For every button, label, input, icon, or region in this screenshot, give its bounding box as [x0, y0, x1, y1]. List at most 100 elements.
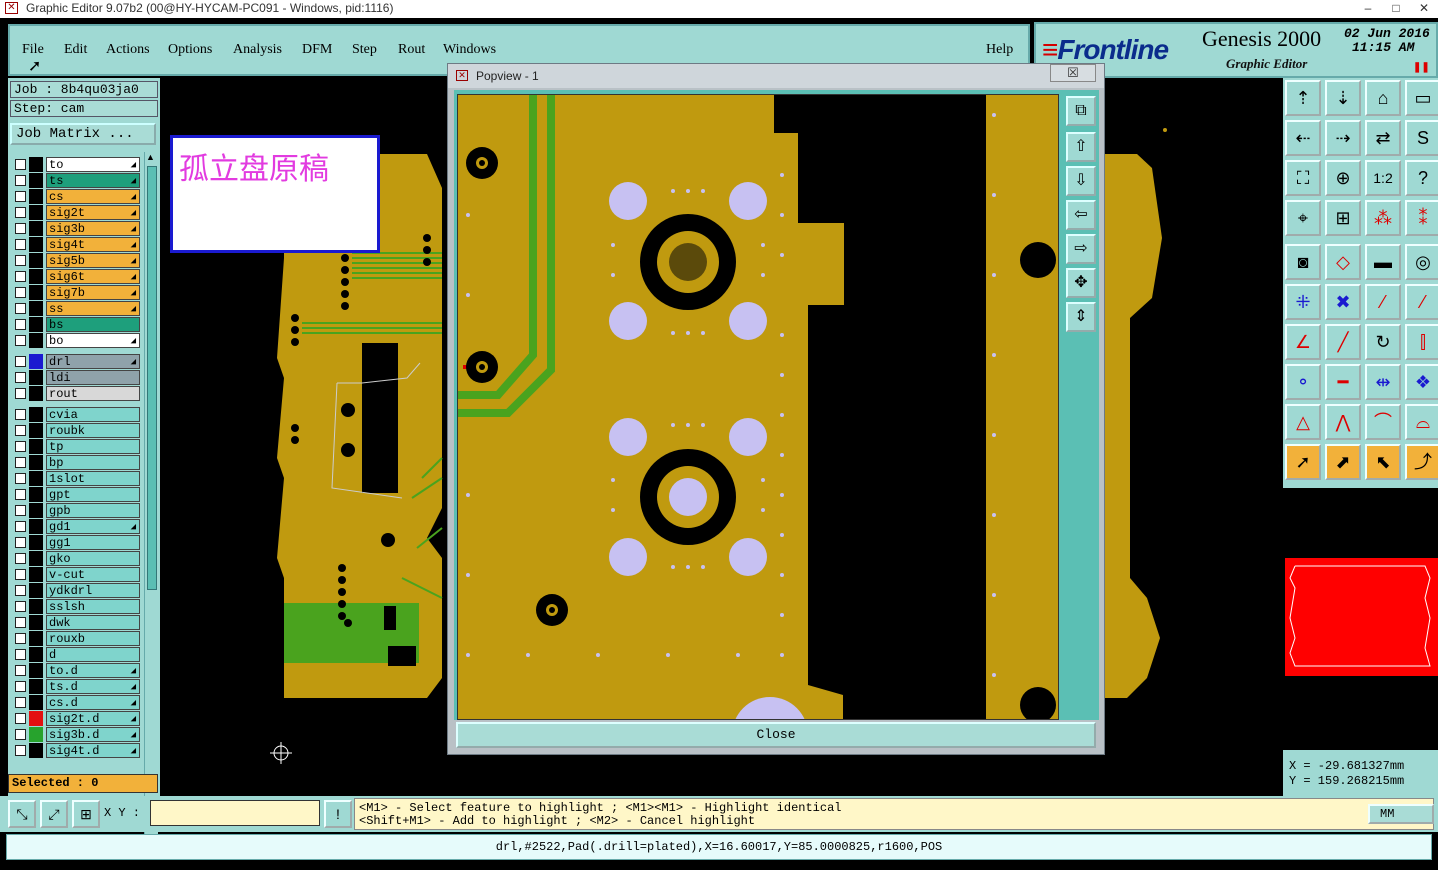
select-box-icon[interactable]: ⬈ [1325, 444, 1361, 480]
layer-color-swatch[interactable] [29, 189, 43, 204]
zoom-in-icon[interactable]: ⤡ [8, 800, 36, 828]
layer-row[interactable]: 1slot [12, 471, 142, 486]
layer-row[interactable]: dwk [12, 615, 142, 630]
layer-checkbox[interactable] [15, 175, 26, 186]
scroll-up-icon[interactable]: ▲ [146, 152, 155, 162]
layer-checkbox[interactable] [15, 388, 26, 399]
layer-row[interactable]: gko [12, 551, 142, 566]
layer-name[interactable]: v-cut [46, 567, 140, 582]
move-down-icon[interactable]: ⇣ [1325, 80, 1361, 116]
cross-icon[interactable]: ✖ [1325, 284, 1361, 320]
layer-context-arrow-icon[interactable]: ◢ [131, 174, 136, 188]
peak-icon[interactable]: ⋀ [1325, 404, 1361, 440]
layer-name[interactable]: cs ◢ [46, 189, 140, 204]
menu-dfm[interactable]: DFM [302, 42, 332, 58]
grid-icon[interactable]: ⊞ [1325, 200, 1361, 236]
layer-color-swatch[interactable] [29, 471, 43, 486]
node-icon[interactable]: ⚬ [1285, 364, 1321, 400]
layer-name[interactable]: d [46, 647, 140, 662]
layer-context-arrow-icon[interactable]: ◢ [131, 680, 136, 694]
layer-color-swatch[interactable] [29, 583, 43, 598]
layer-row[interactable]: sig6t ◢ [12, 269, 142, 284]
layer-color-swatch[interactable] [29, 301, 43, 316]
layer-color-swatch[interactable] [29, 615, 43, 630]
ruler-icon[interactable]: ▬ [1365, 244, 1401, 280]
window-icon[interactable]: ▭ [1405, 80, 1438, 116]
segment-icon[interactable]: ━ [1325, 364, 1361, 400]
layer-checkbox[interactable] [15, 191, 26, 202]
layer-name[interactable]: sig4t ◢ [46, 237, 140, 252]
layer-row[interactable]: sig3b ◢ [12, 221, 142, 236]
layer-checkbox[interactable] [15, 159, 26, 170]
layer-context-arrow-icon[interactable]: ◢ [131, 254, 136, 268]
move-left-icon[interactable]: ⇠ [1285, 120, 1321, 156]
layer-checkbox[interactable] [15, 601, 26, 612]
pan-left-icon[interactable]: ⇦ [1066, 200, 1096, 230]
layer-row[interactable]: tp [12, 439, 142, 454]
layer-row[interactable]: gd1 ◢ [12, 519, 142, 534]
triangle-icon[interactable]: △ [1285, 404, 1321, 440]
board-overview-map[interactable] [1285, 558, 1438, 676]
layer-context-arrow-icon[interactable]: ◢ [131, 158, 136, 172]
layer-row[interactable]: gpt [12, 487, 142, 502]
layer-color-swatch[interactable] [29, 221, 43, 236]
layer-name[interactable]: ldi [46, 370, 140, 385]
units-select[interactable]: MM [1368, 804, 1434, 824]
slash-icon[interactable]: ╱ [1325, 324, 1361, 360]
layer-name[interactable]: bp [46, 455, 140, 470]
layer-color-swatch[interactable] [29, 439, 43, 454]
arch-alt-icon[interactable]: ⌓ [1405, 404, 1438, 440]
add-surface-icon[interactable]: ◇ [1325, 244, 1361, 280]
layer-row[interactable]: drl ◢ [12, 354, 142, 369]
pan-down-icon[interactable]: ⇩ [1066, 166, 1096, 196]
line-alt-icon[interactable]: ⁄ [1405, 284, 1438, 320]
alert-icon[interactable]: ! [324, 800, 352, 828]
layer-name[interactable]: sig3b.d ◢ [46, 727, 140, 742]
zoom-center-icon[interactable]: ⊕ [1325, 160, 1361, 196]
layer-checkbox[interactable] [15, 457, 26, 468]
layer-name[interactable]: rouxb [46, 631, 140, 646]
layer-color-swatch[interactable] [29, 455, 43, 470]
layer-name[interactable]: ss ◢ [46, 301, 140, 316]
layer-checkbox[interactable] [15, 489, 26, 500]
home-icon[interactable]: ⌂ [1365, 80, 1401, 116]
layer-context-arrow-icon[interactable]: ◢ [131, 238, 136, 252]
layer-checkbox[interactable] [15, 505, 26, 516]
menu-windows[interactable]: Windows [443, 42, 496, 58]
layer-name[interactable]: sig6t ◢ [46, 269, 140, 284]
layer-color-swatch[interactable] [29, 237, 43, 252]
layer-name[interactable]: sig5b ◢ [46, 253, 140, 268]
layer-checkbox[interactable] [15, 409, 26, 420]
layer-checkbox[interactable] [15, 713, 26, 724]
layer-context-arrow-icon[interactable]: ◢ [131, 664, 136, 678]
layer-name[interactable]: rout [46, 386, 140, 401]
arch-icon[interactable]: ⌒ [1365, 404, 1401, 440]
pause-icon[interactable]: ❚❚ [1413, 62, 1430, 73]
layer-row[interactable]: sig2t.d ◢ [12, 711, 142, 726]
layer-color-swatch[interactable] [29, 679, 43, 694]
menu-step[interactable]: Step [352, 42, 377, 58]
layer-name[interactable]: gg1 [46, 535, 140, 550]
snap-alt-icon[interactable]: ⁑ [1405, 200, 1438, 236]
layer-row[interactable]: bp [12, 455, 142, 470]
layer-name[interactable]: to ◢ [46, 157, 140, 172]
pad-ring-icon[interactable]: ◎ [1405, 244, 1438, 280]
layer-list-scrollbar[interactable]: ▲ ▼ [144, 152, 158, 844]
layer-row[interactable]: bo ◢ [12, 333, 142, 348]
layer-checkbox[interactable] [15, 239, 26, 250]
layer-name[interactable]: drl ◢ [46, 354, 140, 369]
layer-name[interactable]: sslsh [46, 599, 140, 614]
layer-color-swatch[interactable] [29, 157, 43, 172]
select-path-icon[interactable]: ⤴ [1405, 444, 1438, 480]
layer-checkbox[interactable] [15, 569, 26, 580]
layer-name[interactable]: ts.d ◢ [46, 679, 140, 694]
layer-color-swatch[interactable] [29, 743, 43, 758]
layer-checkbox[interactable] [15, 271, 26, 282]
zoom-grid-icon[interactable]: ⊞ [72, 800, 100, 828]
layer-name[interactable]: to.d ◢ [46, 663, 140, 678]
layer-checkbox[interactable] [15, 649, 26, 660]
line-icon[interactable]: ⁄ [1365, 284, 1401, 320]
layer-checkbox[interactable] [15, 287, 26, 298]
layer-row[interactable]: to.d ◢ [12, 663, 142, 678]
menu-help[interactable]: Help [986, 42, 1013, 58]
